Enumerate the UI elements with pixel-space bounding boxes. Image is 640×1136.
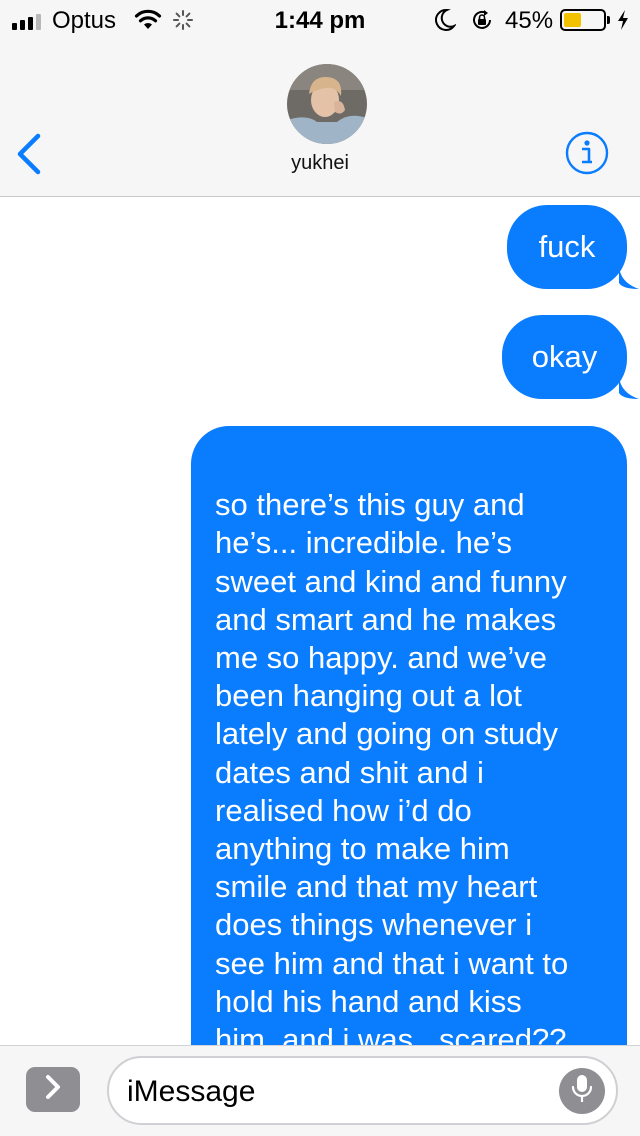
message-input[interactable] bbox=[127, 1070, 547, 1114]
message-text: fuck bbox=[538, 229, 596, 264]
chevron-right-icon bbox=[44, 1074, 62, 1105]
charging-bolt-icon bbox=[616, 9, 630, 36]
do-not-disturb-moon-icon bbox=[434, 8, 458, 37]
battery-cap bbox=[607, 16, 610, 24]
message-text: so there’s this guy and he’s... incredib… bbox=[215, 487, 569, 1045]
microphone-button[interactable] bbox=[559, 1068, 605, 1114]
info-icon bbox=[564, 131, 610, 180]
bubble-tail bbox=[619, 267, 639, 289]
compose-bar bbox=[0, 1045, 640, 1136]
message-bubble-outgoing[interactable]: so there’s this guy and he’s... incredib… bbox=[191, 426, 627, 1045]
avatar[interactable] bbox=[287, 64, 367, 144]
message-bubble-outgoing[interactable]: okay bbox=[502, 315, 639, 399]
bubble-tail bbox=[619, 377, 639, 399]
info-button[interactable] bbox=[564, 130, 610, 181]
message-field[interactable] bbox=[107, 1056, 618, 1125]
battery-percentage: 45% bbox=[505, 7, 554, 34]
conversation-header: Optus 1:44 pm 45% yukhei bbox=[0, 0, 640, 197]
message-bubble-outgoing[interactable]: fuck bbox=[507, 205, 639, 289]
contact-name[interactable]: yukhei bbox=[0, 152, 640, 175]
message-thread[interactable]: fuck okay so there’s this guy and he’s..… bbox=[0, 197, 640, 1045]
status-bar: Optus 1:44 pm 45% bbox=[0, 0, 640, 40]
battery-icon bbox=[560, 9, 606, 31]
apps-button[interactable] bbox=[26, 1067, 80, 1112]
battery-level bbox=[564, 13, 582, 27]
messages-screen: Optus 1:44 pm 45% yukhei fuck okay so th… bbox=[0, 0, 640, 1136]
message-text: okay bbox=[531, 339, 598, 374]
microphone-icon bbox=[570, 1073, 594, 1110]
rotation-lock-icon bbox=[470, 8, 494, 37]
